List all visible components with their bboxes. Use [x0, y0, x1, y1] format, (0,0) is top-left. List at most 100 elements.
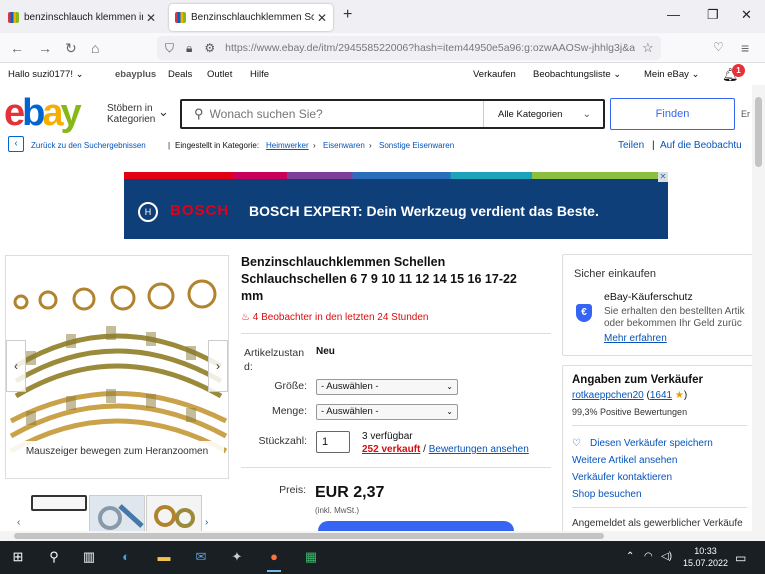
chevron-down-icon: ⌄: [446, 407, 453, 416]
breadcrumb-eisenwaren[interactable]: Eisenwaren: [323, 141, 365, 150]
thumbs-next-icon[interactable]: ›: [205, 517, 208, 528]
search-bar: ⚲ Alle Kategorien ⌄: [180, 99, 605, 129]
thumbnail-1[interactable]: [31, 495, 87, 511]
scroll-thumb[interactable]: [14, 533, 604, 539]
ad-banner[interactable]: H BOSCH BOSCH EXPERT: Dein Werkzeug verd…: [124, 172, 668, 239]
watchlist-link[interactable]: Beobachtungsliste ⌄: [533, 69, 621, 80]
product-image[interactable]: ‹ › Mauszeiger bewegen zum Heranzoomen: [5, 255, 229, 479]
lock-icon[interactable]: 🔒︎: [186, 41, 192, 56]
watch-link[interactable]: Auf die Beobachtu: [660, 140, 742, 151]
browse-categories[interactable]: Stöbern in Kategorien: [107, 103, 155, 125]
back-icon[interactable]: ←: [10, 40, 24, 56]
mail-icon[interactable]: ✉: [192, 548, 210, 566]
scroll-thumb[interactable]: [755, 97, 762, 167]
back-arrow-icon[interactable]: ‹: [8, 136, 24, 152]
zoom-hint: Mauszeiger bewegen zum Heranzoomen: [10, 441, 224, 463]
quantity-input[interactable]: 1: [316, 431, 350, 453]
firefox-icon[interactable]: ●: [265, 548, 283, 572]
share-link[interactable]: Teilen: [618, 140, 644, 151]
ebayplus-link[interactable]: ebayplus: [115, 69, 156, 80]
tab-product[interactable]: Benzinschlauchklemmen Schelle ✕: [169, 4, 333, 31]
greeting[interactable]: Hallo suzi0177! ⌄: [8, 69, 84, 80]
menu-icon[interactable]: ≡: [741, 40, 749, 56]
seller-name-link[interactable]: rotkaeppchen20: [572, 390, 644, 401]
advanced-search-link[interactable]: Er: [741, 109, 750, 119]
price-label: Preis:: [279, 484, 306, 496]
product-title: Benzinschlauchklemmen Schellen Schlauchs…: [241, 255, 517, 303]
save-seller-link[interactable]: Diesen Verkäufer speichern: [590, 438, 713, 450]
category-select[interactable]: Alle Kategorien ⌄: [483, 101, 603, 127]
visit-shop-link[interactable]: Shop besuchen: [572, 489, 642, 501]
my-ebay-link[interactable]: Mein eBay ⌄: [644, 69, 700, 80]
pocket-icon[interactable]: ♡: [713, 40, 724, 54]
amount-select[interactable]: - Auswählen - ⌄: [316, 404, 458, 420]
horizontal-scrollbar[interactable]: [0, 531, 752, 541]
next-image-button[interactable]: ›: [208, 340, 228, 392]
tab-search-results[interactable]: benzinschlauch klemmen in | eB ✕: [2, 4, 162, 31]
forward-icon[interactable]: →: [38, 40, 52, 56]
minimize-icon[interactable]: —: [667, 7, 680, 22]
outlet-link[interactable]: Outlet: [207, 69, 232, 80]
thumbnail-2[interactable]: [89, 495, 145, 535]
prev-image-button[interactable]: ‹: [6, 340, 26, 392]
ebay-favicon-icon: [175, 12, 186, 23]
thumbnail-image: [154, 505, 195, 528]
notifications-icon[interactable]: ▭: [735, 551, 746, 565]
home-icon[interactable]: ⌂: [91, 40, 99, 56]
back-to-results-link[interactable]: Zurück zu den Suchergebnissen: [31, 141, 146, 150]
vat-note: (inkl. MwSt.): [315, 506, 359, 515]
address-bar[interactable]: ⛉ 🔒︎ ⚙ https://www.ebay.de/itm/294558522…: [157, 36, 661, 60]
network-icon[interactable]: ◠: [644, 551, 653, 562]
breadcrumb-sonstige[interactable]: Sonstige Eisenwaren: [379, 141, 454, 150]
sold-link[interactable]: 252 verkauft: [362, 444, 420, 455]
seller-line: rotkaeppchen20 (1641 ★): [572, 390, 688, 401]
maximize-icon[interactable]: ❐: [707, 7, 719, 23]
thumbnail-3[interactable]: [146, 495, 202, 535]
size-select[interactable]: - Auswählen - ⌄: [316, 379, 458, 395]
vertical-scrollbar[interactable]: [752, 85, 765, 541]
safe-buy-panel: Sicher einkaufen € eBay-Käuferschutz Sie…: [562, 254, 753, 356]
close-tab-icon[interactable]: ✕: [317, 11, 327, 25]
spreadsheet-icon[interactable]: ▦: [302, 548, 320, 566]
banner-brand: BOSCH: [170, 202, 230, 219]
learn-more-link[interactable]: Mehr erfahren: [604, 333, 667, 345]
breadcrumb-heimwerker[interactable]: Heimwerker: [266, 141, 309, 150]
ad-close-icon[interactable]: ✕: [658, 172, 668, 182]
search-input[interactable]: [209, 107, 483, 121]
ebay-logo[interactable]: ebay: [4, 92, 82, 135]
deals-link[interactable]: Deals: [168, 69, 192, 80]
task-view-icon[interactable]: ▥: [80, 548, 98, 566]
clock[interactable]: 10:33 15.07.2022: [683, 545, 728, 569]
tray-chevron-icon[interactable]: ⌃: [626, 551, 634, 562]
bookmark-star-icon[interactable]: ☆: [642, 40, 654, 56]
volume-icon[interactable]: ◁): [661, 551, 672, 562]
browser-nav-bar: ← → ↻ ⌂ ⛉ 🔒︎ ⚙ https://www.ebay.de/itm/2…: [0, 33, 765, 63]
more-items-link[interactable]: Weitere Artikel ansehen: [572, 455, 677, 467]
tracking-shield-icon[interactable]: ⛉: [165, 41, 174, 56]
close-window-icon[interactable]: ✕: [741, 7, 752, 23]
close-tab-icon[interactable]: ✕: [146, 11, 156, 25]
available-text: 3 verfügbar: [362, 431, 413, 442]
file-explorer-icon[interactable]: ▬: [155, 548, 173, 566]
chevron-down-icon[interactable]: ⌄: [158, 104, 169, 120]
windows-start-icon[interactable]: ⊞: [9, 548, 27, 566]
app-icon[interactable]: ✦: [228, 548, 246, 566]
contact-seller-link[interactable]: Verkäufer kontaktieren: [572, 472, 672, 484]
search-icon[interactable]: ⚲: [45, 548, 63, 566]
size-select-value: - Auswählen -: [321, 381, 379, 392]
heart-icon[interactable]: ♡: [572, 438, 581, 450]
reviews-link[interactable]: Bewertungen ansehen: [429, 444, 529, 455]
help-link[interactable]: Hilfe: [250, 69, 269, 80]
find-button[interactable]: Finden: [610, 98, 735, 130]
buyer-protection-line2: oder bekommen Ihr Geld zurüc: [604, 318, 742, 329]
edge-browser-icon[interactable]: ◐: [117, 548, 135, 566]
thumbs-prev-icon[interactable]: ‹: [17, 517, 20, 528]
seller-score-link[interactable]: 1641: [650, 390, 672, 401]
reload-icon[interactable]: ↻: [65, 40, 77, 57]
sell-link[interactable]: Verkaufen: [473, 69, 516, 80]
new-tab-button[interactable]: +: [343, 6, 352, 24]
permissions-icon[interactable]: ⚙: [204, 41, 215, 55]
star-icon: ★: [674, 390, 684, 401]
browse-label-2: Kategorien: [107, 114, 156, 125]
bosch-logo-icon: H: [138, 202, 158, 222]
